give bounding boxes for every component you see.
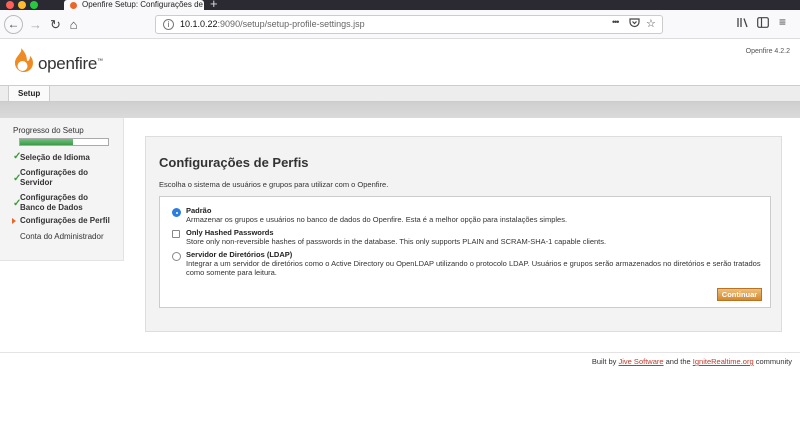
setup-progress-bar: [19, 138, 109, 146]
back-arrow-icon[interactable]: ←: [4, 15, 23, 34]
browser-tab-bar: Openfire Setup: Configurações de Perfis …: [0, 0, 800, 10]
site-info-icon[interactable]: i: [163, 19, 174, 30]
library-icon[interactable]: [737, 17, 749, 31]
footer-divider: [0, 352, 800, 353]
home-icon[interactable]: ⌂: [64, 15, 83, 34]
browser-tab-title: Openfire Setup: Configurações de Perfis: [82, 0, 204, 9]
subnav-bar: [0, 102, 800, 118]
checkbox-hashed-passwords[interactable]: [172, 230, 180, 238]
page-description: Escolha o sistema de usuários e grupos p…: [159, 180, 389, 189]
footer-middle: and the: [665, 357, 691, 366]
openfire-logo-icon: [15, 48, 33, 72]
sidebar-item-admin-account: Conta do Administrador: [20, 232, 104, 241]
url-text: 10.1.0.22:9090/setup/setup-profile-setti…: [180, 19, 365, 29]
browser-tab[interactable]: Openfire Setup: Configurações de Perfis: [64, 0, 204, 10]
pocket-icon[interactable]: [629, 17, 640, 31]
igniterealtime-link[interactable]: IgniteRealtime.org: [693, 357, 754, 366]
address-bar[interactable]: i 10.1.0.22:9090/setup/setup-profile-set…: [155, 15, 663, 34]
minimize-window-icon[interactable]: [18, 1, 26, 9]
footer-prefix: Built by: [591, 357, 617, 366]
tab-setup[interactable]: Setup: [8, 86, 51, 101]
openfire-logo-text: openfire™: [38, 54, 103, 73]
sidebar-toggle-icon[interactable]: [757, 17, 769, 31]
sidebar-item-profile: Configurações de Perfil: [20, 216, 110, 225]
option-default-description: Armazenar os grupos e usuários no banco …: [186, 215, 568, 224]
progress-bar-fill: [20, 139, 73, 145]
main-tabs: Setup: [0, 85, 800, 102]
progress-label: Progresso do Setup: [13, 126, 84, 135]
current-step-arrow-icon: [12, 218, 16, 224]
continue-button[interactable]: Continuar: [717, 288, 762, 301]
radio-default[interactable]: [172, 208, 181, 217]
maximize-window-icon[interactable]: [30, 1, 38, 9]
openfire-favicon-icon: [70, 2, 77, 9]
bookmark-star-icon[interactable]: ☆: [646, 17, 656, 30]
profile-settings-panel: Configurações de Perfis Escolha o sistem…: [145, 136, 782, 332]
option-ldap-description: Integrar a um servidor de diretórios com…: [186, 259, 761, 277]
option-default-title: Padrão: [186, 206, 212, 215]
footer-suffix: community: [755, 357, 792, 366]
menu-icon[interactable]: ≡: [779, 15, 786, 29]
reload-icon[interactable]: ↻: [46, 15, 65, 34]
footer: Built by Jive Software and the IgniteRea…: [592, 357, 792, 366]
browser-toolbar: ← → ↻ ⌂ i 10.1.0.22:9090/setup/setup-pro…: [0, 10, 800, 39]
page-title: Configurações de Perfis: [159, 155, 309, 170]
new-tab-icon[interactable]: +: [210, 0, 218, 10]
sidebar-item-server: Configurações do Servidor: [20, 168, 89, 187]
page-actions-icon[interactable]: •••: [612, 17, 620, 27]
option-hashed-description: Store only non-reversible hashes of pass…: [186, 237, 607, 246]
openfire-header: openfire™ Openfire 4.2.2: [0, 40, 800, 85]
close-window-icon[interactable]: [6, 1, 14, 9]
option-ldap-title: Servidor de Diretórios (LDAP): [186, 250, 293, 259]
radio-ldap[interactable]: [172, 252, 181, 261]
forward-arrow-icon[interactable]: →: [26, 15, 45, 34]
version-label: Openfire 4.2.2: [745, 48, 790, 55]
sidebar-item-database: Configurações do Banco de Dados: [20, 193, 89, 212]
setup-sidebar: Progresso do Setup ✓ Seleção de Idioma ✓…: [0, 118, 124, 261]
sidebar-item-language: Seleção de Idioma: [20, 153, 90, 162]
profile-options-box: Padrão Armazenar os grupos e usuários no…: [159, 196, 771, 308]
option-hashed-title: Only Hashed Passwords: [186, 228, 274, 237]
jive-software-link[interactable]: Jive Software: [619, 357, 664, 366]
